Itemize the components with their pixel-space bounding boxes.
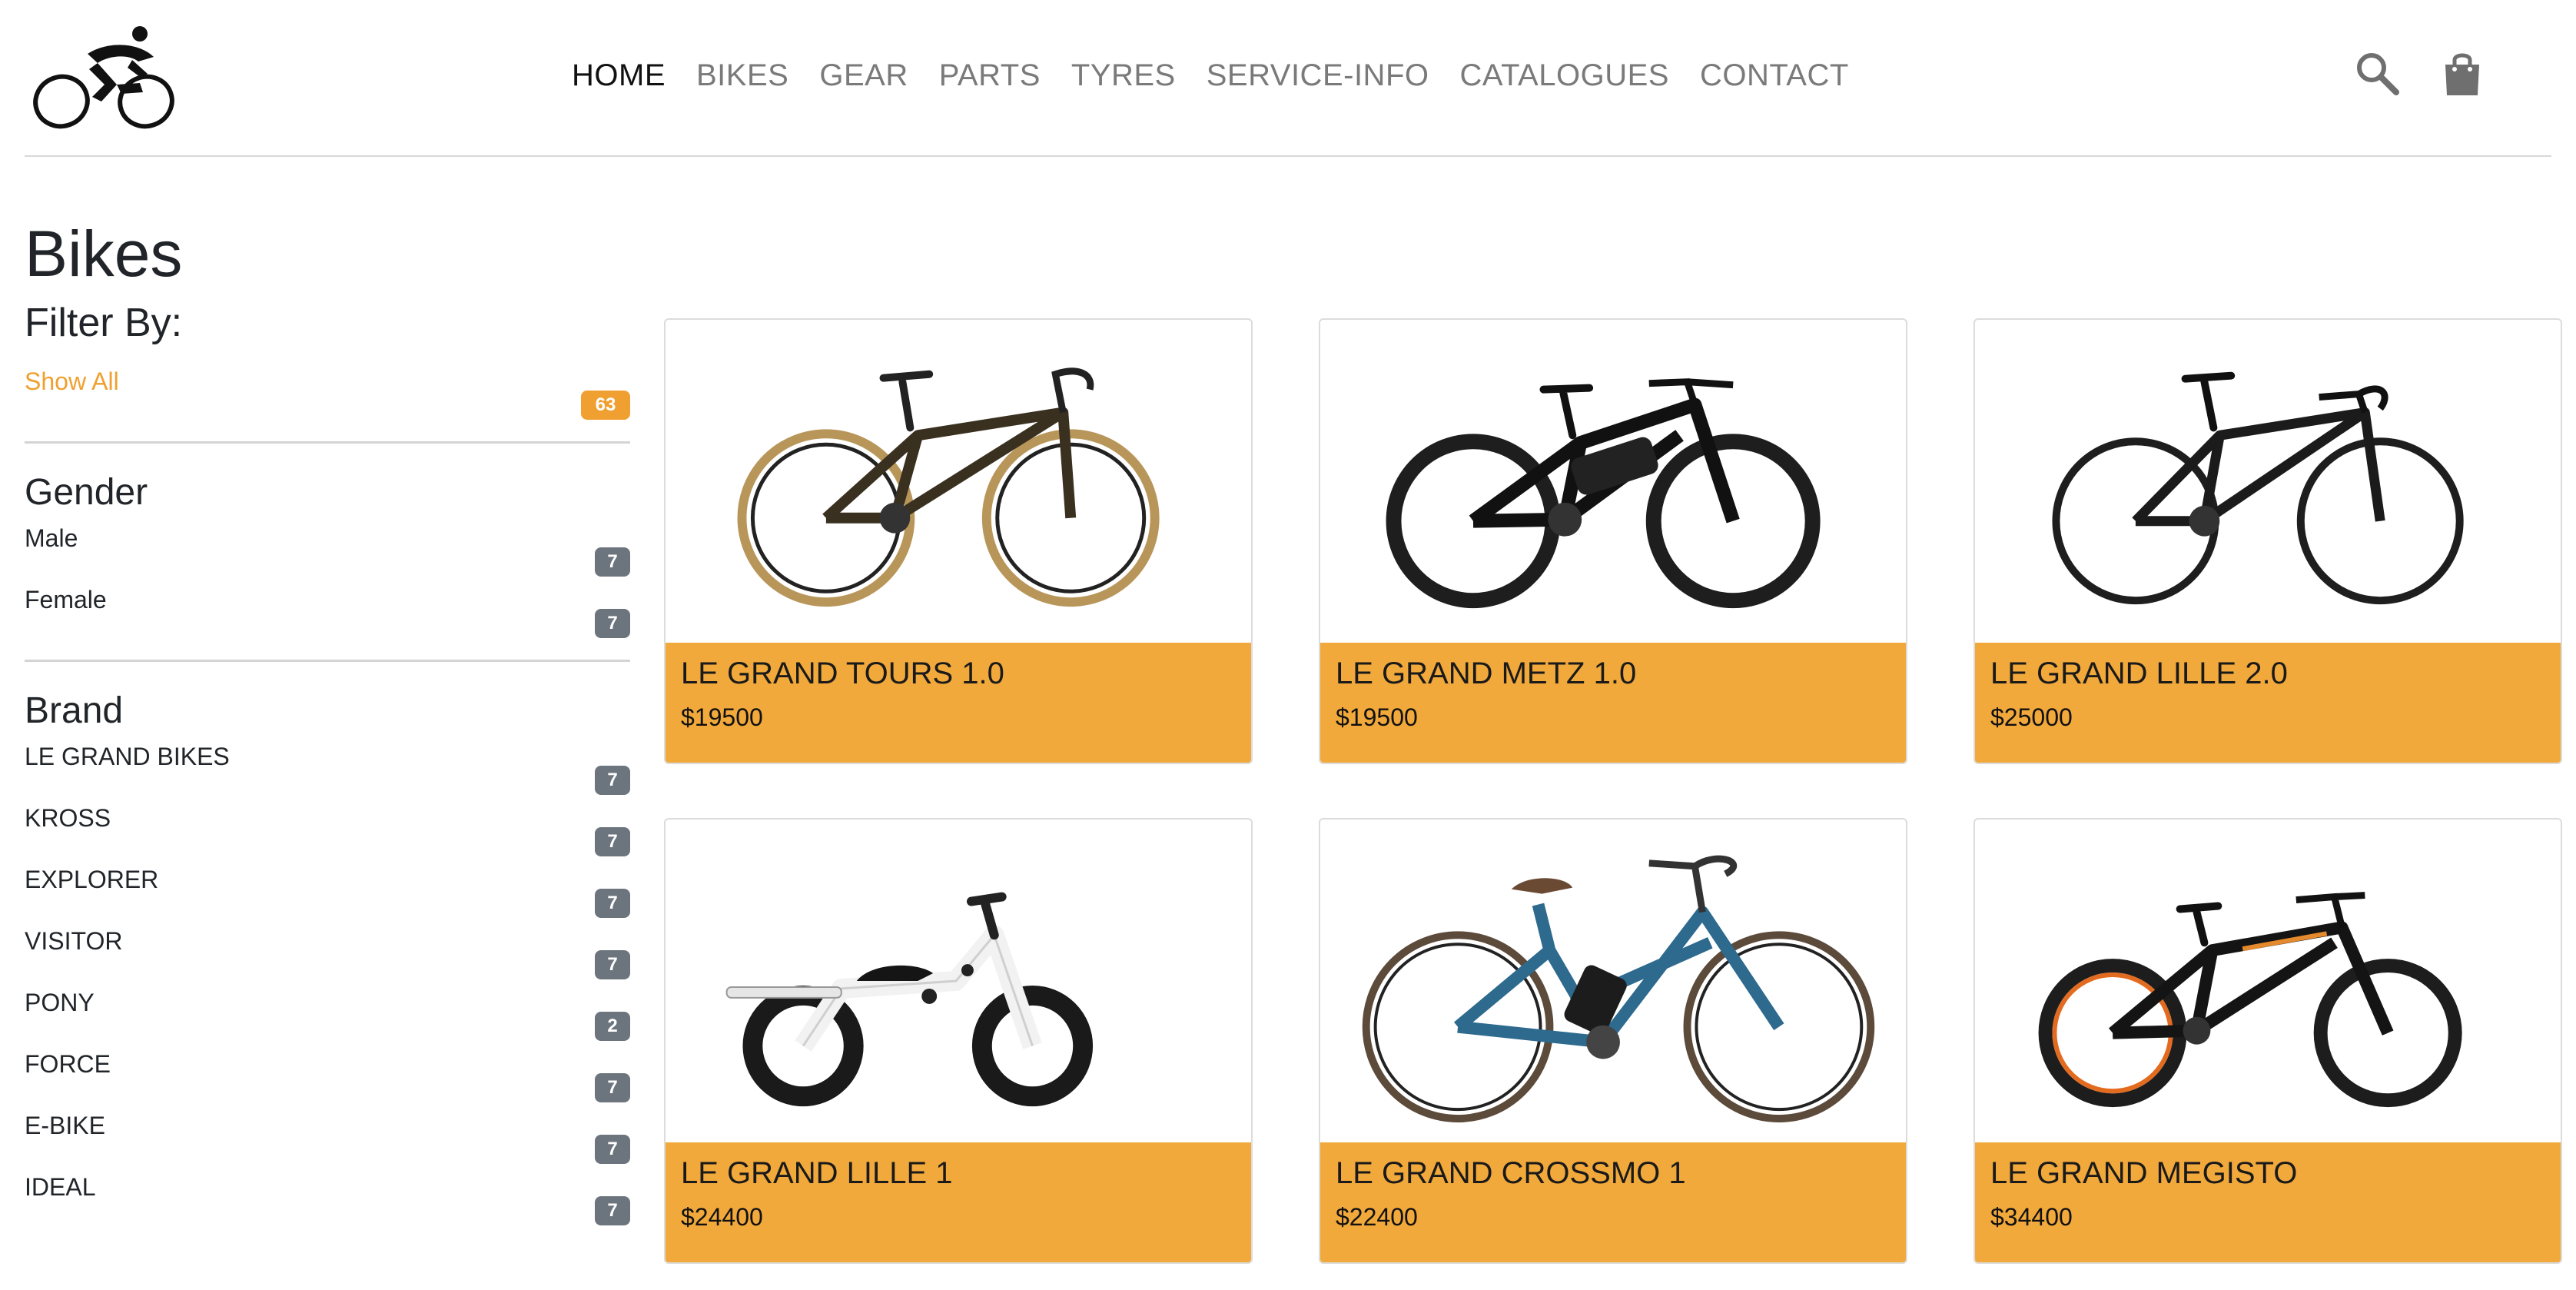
filter-item-kross[interactable]: KROSS 7 [25, 804, 630, 866]
product-name[interactable]: LE GRAND TOURS 1.0 [681, 657, 1236, 691]
search-icon[interactable] [2353, 49, 2402, 98]
product-card[interactable]: LE GRAND TOURS 1.0 $19500 [664, 318, 1253, 764]
filter-label[interactable]: PONY [25, 989, 95, 1017]
filter-item-explorer[interactable]: EXPLORER 7 [25, 866, 630, 927]
product-price: $25000 [1990, 703, 2073, 731]
page-title: Bikes [25, 218, 183, 290]
filter-label[interactable]: E-BIKE [25, 1112, 105, 1140]
divider [25, 660, 630, 662]
filter-item-ideal[interactable]: IDEAL 7 [25, 1173, 630, 1235]
filter-label[interactable]: Male [25, 524, 78, 553]
filter-sidebar: Filter By: Show All 63 Gender Male 7 Fem… [25, 300, 630, 1235]
filter-label[interactable]: KROSS [25, 804, 111, 833]
nav-home[interactable]: HOME [572, 58, 666, 93]
brand-section-title: Brand [25, 690, 124, 731]
product-card[interactable]: LE GRAND MEGISTO $34400 [1973, 818, 2562, 1264]
filter-label[interactable]: VISITOR [25, 927, 122, 956]
balance-bike-image[interactable] [666, 820, 1251, 1142]
filter-item-visitor[interactable]: VISITOR 7 [25, 927, 630, 989]
count-badge: 63 [581, 391, 630, 420]
nav-catalogues[interactable]: CATALOGUES [1459, 58, 1668, 93]
gender-section-title: Gender [25, 472, 148, 513]
filter-item-female[interactable]: Female 7 [25, 586, 630, 647]
nav-parts[interactable]: PARTS [939, 58, 1041, 93]
filter-item-le-grand-bikes[interactable]: LE GRAND BIKES 7 [25, 743, 630, 804]
filter-label[interactable]: LE GRAND BIKES [25, 743, 230, 771]
filter-label[interactable]: EXPLORER [25, 866, 158, 894]
filter-title: Filter By: [25, 301, 183, 345]
count-badge: 7 [595, 547, 630, 577]
kids-bike-image[interactable] [1975, 820, 2561, 1142]
product-info: LE GRAND METZ 1.0 $19500 [1320, 643, 1906, 763]
product-card[interactable]: LE GRAND LILLE 1 $24400 [664, 818, 1253, 1264]
filter-item-male[interactable]: Male 7 [25, 524, 630, 586]
nav-tyres[interactable]: TYRES [1071, 58, 1176, 93]
filter-item-e-bike[interactable]: E-BIKE 7 [25, 1112, 630, 1173]
product-grid: LE GRAND TOURS 1.0 $19500 LE GRAND METZ … [664, 318, 2564, 1264]
product-info: LE GRAND MEGISTO $34400 [1975, 1142, 2561, 1262]
nav-gear[interactable]: GEAR [819, 58, 908, 93]
filter-label[interactable]: Female [25, 586, 107, 614]
product-card[interactable]: LE GRAND LILLE 2.0 $25000 [1973, 318, 2562, 764]
count-badge: 2 [595, 1012, 630, 1041]
product-card[interactable]: LE GRAND CROSSMO 1 $22400 [1319, 818, 1907, 1264]
filter-item-pony[interactable]: PONY 2 [25, 989, 630, 1050]
product-card[interactable]: LE GRAND METZ 1.0 $19500 [1319, 318, 1907, 764]
count-badge: 7 [595, 889, 630, 918]
filter-show-all[interactable]: Show All 63 [25, 367, 630, 429]
shopping-bag-icon[interactable] [2438, 49, 2487, 98]
product-name[interactable]: LE GRAND LILLE 1 [681, 1156, 1236, 1191]
nav-contact[interactable]: CONTACT [1700, 58, 1849, 93]
product-name[interactable]: LE GRAND LILLE 2.0 [1990, 657, 2545, 691]
product-name[interactable]: LE GRAND METZ 1.0 [1336, 657, 1891, 691]
site-header: HOME BIKES GEAR PARTS TYRES SERVICE-INFO… [25, 0, 2551, 157]
product-name[interactable]: LE GRAND CROSSMO 1 [1336, 1156, 1891, 1191]
filter-label[interactable]: IDEAL [25, 1173, 95, 1202]
mountain-ebike-image[interactable] [1320, 320, 1906, 643]
product-info: LE GRAND LILLE 2.0 $25000 [1975, 643, 2561, 763]
product-info: LE GRAND LILLE 1 $24400 [666, 1142, 1251, 1262]
nav-bikes[interactable]: BIKES [696, 58, 788, 93]
main-nav: HOME BIKES GEAR PARTS TYRES SERVICE-INFO… [572, 54, 1880, 97]
product-price: $34400 [1990, 1203, 2073, 1231]
product-info: LE GRAND TOURS 1.0 $19500 [666, 643, 1251, 763]
road-bike-image[interactable] [666, 320, 1251, 643]
divider [25, 441, 630, 444]
count-badge: 7 [595, 766, 630, 795]
filter-item-force[interactable]: FORCE 7 [25, 1050, 630, 1112]
product-price: $19500 [1336, 703, 1418, 731]
count-badge: 7 [595, 1073, 630, 1102]
count-badge: 7 [595, 609, 630, 638]
product-info: LE GRAND CROSSMO 1 $22400 [1320, 1142, 1906, 1262]
count-badge: 7 [595, 1196, 630, 1225]
road-bike-image[interactable] [1975, 320, 2561, 643]
count-badge: 7 [595, 827, 630, 856]
filter-label[interactable]: FORCE [25, 1050, 111, 1079]
city-ebike-image[interactable] [1320, 820, 1906, 1142]
nav-service-info[interactable]: SERVICE-INFO [1207, 58, 1429, 93]
count-badge: 7 [595, 950, 630, 979]
product-price: $22400 [1336, 1203, 1418, 1231]
product-name[interactable]: LE GRAND MEGISTO [1990, 1156, 2545, 1191]
cyclist-logo-icon[interactable] [25, 23, 186, 131]
count-badge: 7 [595, 1135, 630, 1164]
product-price: $24400 [681, 1203, 763, 1231]
show-all-link[interactable]: Show All [25, 367, 119, 396]
product-price: $19500 [681, 703, 763, 731]
